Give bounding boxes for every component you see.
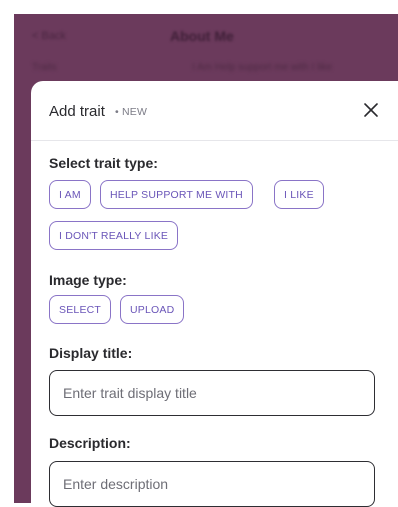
background-subnav: Traits I Am Help support me with I like — [32, 62, 392, 74]
close-button[interactable] — [362, 101, 380, 119]
background-back-link: < Back — [32, 30, 66, 42]
background-subnav-left: Traits — [32, 62, 57, 73]
trait-type-i-like[interactable]: I LIKE — [274, 180, 324, 209]
description-label: Description: — [49, 435, 131, 451]
background-page-title: About Me — [170, 28, 234, 44]
image-type-label: Image type: — [49, 272, 127, 288]
image-type-upload[interactable]: UPLOAD — [120, 295, 185, 324]
close-icon — [364, 103, 378, 117]
display-title-label: Display title: — [49, 345, 133, 361]
add-trait-modal: Add trait • NEW Select trait type: I AM … — [31, 81, 398, 507]
modal-header: Add trait • NEW — [31, 81, 398, 141]
image-type-select[interactable]: SELECT — [49, 295, 112, 324]
new-badge: • NEW — [115, 106, 148, 118]
trait-type-help-support-me-with[interactable]: HELP SUPPORT ME WITH — [100, 180, 253, 209]
display-title-input[interactable] — [49, 370, 375, 416]
modal-title: Add trait — [49, 103, 105, 120]
trait-type-label: Select trait type: — [49, 155, 158, 171]
trait-type-i-dont-really-like[interactable]: I DON'T REALLY LIKE — [49, 221, 179, 250]
screen: < Back About Me Traits I Am Help support… — [0, 0, 398, 507]
background-header: < Back About Me Traits I Am Help support… — [14, 14, 398, 86]
description-input[interactable] — [49, 461, 375, 507]
background-subnav-right: I Am Help support me with I like — [192, 62, 333, 73]
trait-type-i-am[interactable]: I AM — [49, 180, 91, 209]
